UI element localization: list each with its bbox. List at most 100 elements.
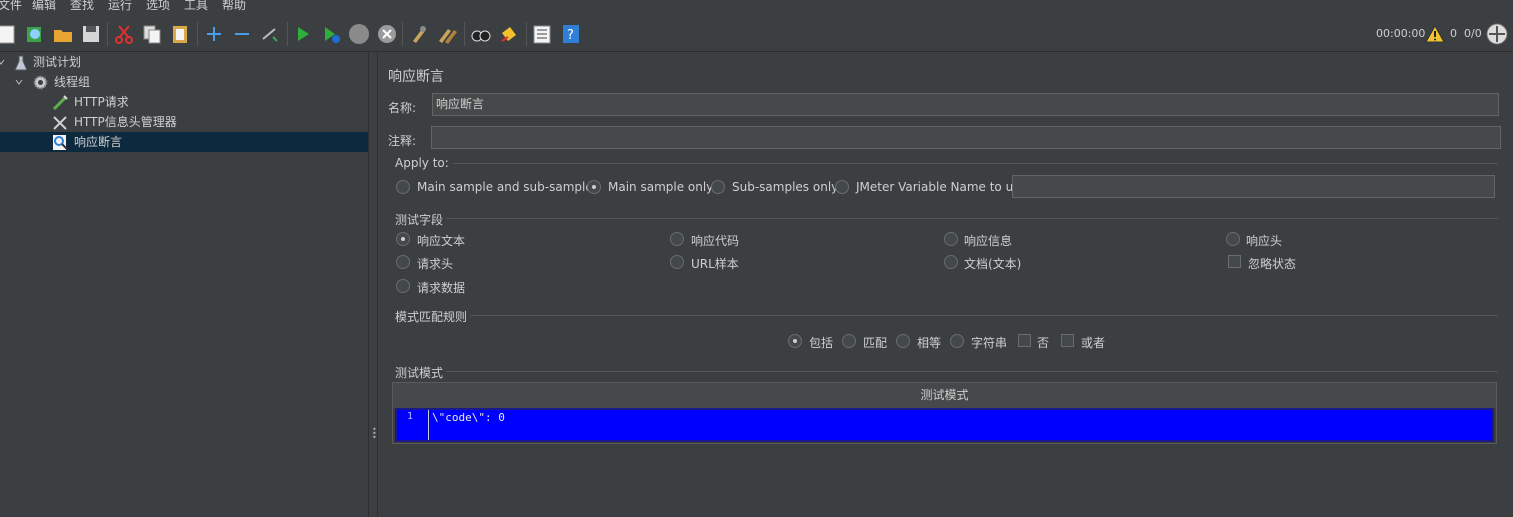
ignore-status-label: 忽略状态 <box>1248 257 1297 271</box>
pattern-text[interactable]: \"code\": 0 <box>432 411 505 424</box>
apply-main-and-sub-radio[interactable] <box>396 180 410 194</box>
tree-item-label: 测试计划 <box>33 55 82 69</box>
chevron-down-icon[interactable] <box>15 79 23 86</box>
tree-item-thread-group[interactable]: 线程组 <box>0 72 368 92</box>
expand-icon[interactable] <box>203 23 225 45</box>
apply-main-and-sub-label: Main sample and sub-samples <box>417 180 599 194</box>
toolbar: ? 00:00:00 0 0/0 <box>0 14 1513 52</box>
save-icon[interactable] <box>80 23 102 45</box>
field-url-sample-label: URL样本 <box>691 257 739 271</box>
group-border <box>446 371 1498 372</box>
tree-item-header-manager[interactable]: HTTP信息头管理器 <box>0 112 368 132</box>
templates-icon[interactable] <box>24 23 46 45</box>
line-gutter: 1 <box>397 410 429 440</box>
test-plan-icon <box>14 55 28 71</box>
search-icon[interactable] <box>470 23 492 45</box>
tree-item-test-plan[interactable]: 测试计划 <box>0 52 368 72</box>
rule-matches-radio[interactable] <box>842 334 856 348</box>
rule-substring-radio[interactable] <box>950 334 964 348</box>
apply-main-only-label: Main sample only <box>608 180 714 194</box>
start-icon[interactable] <box>292 23 314 45</box>
elapsed-timer: 00:00:00 <box>1376 27 1426 40</box>
field-request-headers-radio[interactable] <box>396 255 410 269</box>
collapse-icon[interactable] <box>231 23 253 45</box>
toggle-icon[interactable] <box>259 23 281 45</box>
rule-equals-radio[interactable] <box>896 334 910 348</box>
apply-sub-only-radio[interactable] <box>711 180 725 194</box>
group-border <box>446 218 1498 219</box>
group-border <box>453 163 1498 164</box>
field-response-headers-radio[interactable] <box>1226 232 1240 246</box>
help-icon[interactable]: ? <box>560 23 582 45</box>
field-response-code-radio[interactable] <box>670 232 684 246</box>
patterns-column-header[interactable]: 测试模式 <box>393 383 1496 408</box>
tree-item-label: HTTP信息头管理器 <box>74 115 177 129</box>
menu-tools[interactable]: 工具 <box>184 0 208 12</box>
menu-options[interactable]: 选项 <box>146 0 170 12</box>
tree-item-label: 线程组 <box>54 75 91 89</box>
page-title: 响应断言 <box>388 69 444 85</box>
splitter[interactable]: • • • <box>368 52 378 517</box>
thread-count: 0/0 <box>1464 27 1482 40</box>
start-no-pause-icon[interactable] <box>320 23 342 45</box>
field-url-sample-radio[interactable] <box>670 255 684 269</box>
menubar: 文件 编辑 查找 运行 选项 工具 帮助 <box>0 0 1513 14</box>
tree-item-label: 响应断言 <box>74 135 123 149</box>
menu-run[interactable]: 运行 <box>108 0 132 12</box>
rule-or-checkbox[interactable] <box>1061 334 1074 347</box>
apply-sub-only-label: Sub-samples only <box>732 180 839 194</box>
field-response-text-label: 响应文本 <box>417 234 466 248</box>
name-field[interactable]: 响应断言 <box>432 93 1499 116</box>
field-response-text-radio[interactable] <box>396 232 410 246</box>
field-response-code-label: 响应代码 <box>691 234 740 248</box>
apply-main-only-radio[interactable] <box>587 180 601 194</box>
menu-edit[interactable]: 编辑 <box>32 0 56 12</box>
stop-icon[interactable] <box>348 23 370 45</box>
comment-field[interactable] <box>431 126 1501 149</box>
group-border <box>470 315 1498 316</box>
cut-icon[interactable] <box>113 23 135 45</box>
remote-status-icon[interactable] <box>1486 23 1508 45</box>
rule-not-checkbox[interactable] <box>1018 334 1031 347</box>
rule-contains-radio[interactable] <box>788 334 802 348</box>
field-request-headers-label: 请求头 <box>417 257 454 271</box>
tree-item-http-request[interactable]: HTTP请求 <box>0 92 368 112</box>
name-label: 名称: <box>388 101 417 115</box>
menu-search[interactable]: 查找 <box>70 0 94 12</box>
open-icon[interactable] <box>52 23 74 45</box>
gear-icon <box>33 75 48 90</box>
menu-help[interactable]: 帮助 <box>222 0 246 12</box>
line-number: 1 <box>407 411 414 422</box>
field-to-test-title: 测试字段 <box>395 213 444 227</box>
wrench-icon <box>53 116 67 130</box>
pipette-icon <box>52 95 68 111</box>
toolbar-separator <box>402 22 403 46</box>
field-response-message-label: 响应信息 <box>964 234 1013 248</box>
shutdown-icon[interactable] <box>376 23 398 45</box>
field-response-message-radio[interactable] <box>944 232 958 246</box>
toolbar-separator <box>107 22 108 46</box>
apply-variable-label: JMeter Variable Name to use <box>856 180 1027 194</box>
menu-file[interactable]: 文件 <box>0 0 22 12</box>
variable-name-field[interactable] <box>1012 175 1495 198</box>
paste-icon[interactable] <box>169 23 191 45</box>
rule-not-label: 否 <box>1037 336 1050 350</box>
tree-item-response-assertion[interactable]: 响应断言 <box>0 132 368 152</box>
chevron-down-icon[interactable] <box>0 59 5 66</box>
copy-icon[interactable] <box>141 23 163 45</box>
toolbar-separator <box>197 22 198 46</box>
field-request-data-radio[interactable] <box>396 279 410 293</box>
pattern-editor[interactable]: 1 \"code\": 0 <box>395 408 1494 442</box>
ignore-status-checkbox[interactable] <box>1228 255 1241 268</box>
reset-search-icon[interactable] <box>498 23 520 45</box>
patterns-table: 测试模式 1 \"code\": 0 <box>392 382 1497 444</box>
patterns-title: 测试模式 <box>395 366 444 380</box>
clear-all-icon[interactable] <box>436 23 458 45</box>
new-icon[interactable] <box>0 23 18 45</box>
apply-variable-radio[interactable] <box>835 180 849 194</box>
function-helper-icon[interactable] <box>531 23 553 45</box>
warning-icon[interactable] <box>1425 24 1445 44</box>
field-document-radio[interactable] <box>944 255 958 269</box>
clear-icon[interactable] <box>408 23 430 45</box>
tree-item-label: HTTP请求 <box>74 95 129 109</box>
